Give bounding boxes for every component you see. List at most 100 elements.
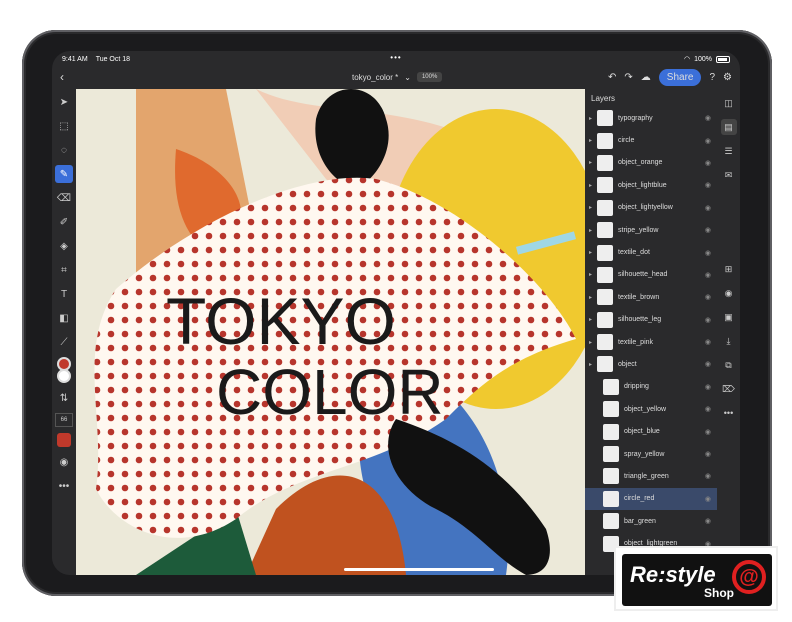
- duplicate-icon[interactable]: ⧉: [721, 357, 737, 373]
- artwork-canvas[interactable]: TOKYO COLOR: [76, 89, 585, 575]
- brush-tip-icon[interactable]: ◉: [55, 453, 73, 471]
- layer-row[interactable]: ▸ typography ◉: [585, 107, 717, 129]
- layer-row[interactable]: dripping ◉: [585, 376, 717, 398]
- home-indicator[interactable]: [344, 568, 494, 571]
- help-icon[interactable]: ?: [709, 72, 715, 83]
- layer-properties-icon[interactable]: ▤: [720, 119, 737, 135]
- layer-row[interactable]: ▸ textile_brown ◉: [585, 286, 717, 308]
- eye-icon[interactable]: ◉: [705, 383, 711, 391]
- eye-icon[interactable]: ◉: [705, 181, 711, 189]
- eye-icon[interactable]: ◉: [705, 159, 711, 167]
- layer-thumbnail: [597, 266, 613, 283]
- eyedropper-icon[interactable]: ⟋: [55, 333, 73, 351]
- layer-row[interactable]: spray_yellow ◉: [585, 443, 717, 465]
- layer-row[interactable]: ▸ silhouette_head ◉: [585, 264, 717, 286]
- document-title[interactable]: tokyo_color *: [352, 73, 398, 82]
- merge-icon[interactable]: ⤓: [721, 333, 737, 349]
- layer-row[interactable]: triangle_green ◉: [585, 465, 717, 487]
- layer-row[interactable]: ▸ object ◉: [585, 353, 717, 375]
- crop-icon[interactable]: ⌗: [55, 261, 73, 279]
- transform-icon[interactable]: ⬚: [55, 117, 73, 135]
- layer-row[interactable]: ▸ object_lightblue ◉: [585, 174, 717, 196]
- settings-gear-icon[interactable]: ⚙: [723, 72, 732, 83]
- layer-row[interactable]: object_yellow ◉: [585, 398, 717, 420]
- undo-icon[interactable]: ↶: [608, 72, 616, 83]
- layer-thumbnail: [603, 401, 619, 418]
- expand-chevron-icon[interactable]: ▸: [589, 115, 597, 122]
- brush-size-field[interactable]: 66: [55, 413, 73, 427]
- expand-chevron-icon[interactable]: ▸: [589, 339, 597, 346]
- layer-row[interactable]: ▸ object_orange ◉: [585, 152, 717, 174]
- expand-chevron-icon[interactable]: ▸: [589, 361, 597, 368]
- comments-icon[interactable]: ✉: [721, 167, 737, 183]
- expand-chevron-icon[interactable]: ▸: [589, 204, 597, 211]
- layer-row[interactable]: ▸ stripe_yellow ◉: [585, 219, 717, 241]
- eye-icon[interactable]: ◉: [705, 204, 711, 212]
- layer-row[interactable]: circle_red ◉: [585, 487, 717, 511]
- expand-chevron-icon[interactable]: ▸: [589, 182, 597, 189]
- eye-icon[interactable]: ◉: [705, 495, 711, 503]
- eye-icon[interactable]: ◉: [705, 293, 711, 301]
- eye-icon[interactable]: ◉: [705, 226, 711, 234]
- layer-row[interactable]: object_blue ◉: [585, 420, 717, 442]
- redo-icon[interactable]: ↷: [624, 72, 632, 83]
- mask-icon[interactable]: ▣: [721, 309, 737, 325]
- layer-thumbnail: [597, 311, 613, 328]
- eye-icon[interactable]: ◉: [705, 450, 711, 458]
- visibility-icon[interactable]: ◉: [721, 285, 737, 301]
- eye-icon[interactable]: ◉: [705, 405, 711, 413]
- layer-row[interactable]: ▸ textile_dot ◉: [585, 241, 717, 263]
- select-arrow-icon[interactable]: ➤: [55, 93, 73, 111]
- expand-chevron-icon[interactable]: ▸: [589, 316, 597, 323]
- layer-row[interactable]: ▸ circle ◉: [585, 129, 717, 151]
- adjustments-icon[interactable]: ☰: [721, 143, 737, 159]
- layer-row[interactable]: ▸ silhouette_leg ◉: [585, 309, 717, 331]
- eye-icon[interactable]: ◉: [705, 249, 711, 257]
- brush-color-preview[interactable]: [57, 433, 71, 447]
- layer-thumbnail: [603, 378, 619, 395]
- layer-name: typography: [618, 114, 653, 122]
- expand-chevron-icon[interactable]: ▸: [589, 227, 597, 234]
- layer-thumbnail: [597, 244, 613, 261]
- zoom-level[interactable]: 100%: [416, 72, 443, 82]
- expand-chevron-icon[interactable]: ▸: [589, 159, 597, 166]
- text-icon[interactable]: T: [55, 285, 73, 303]
- share-button[interactable]: Share: [658, 69, 702, 86]
- back-chevron-icon[interactable]: ‹: [60, 70, 64, 84]
- cloud-icon[interactable]: ☁: [641, 72, 651, 83]
- expand-chevron-icon[interactable]: ▸: [589, 294, 597, 301]
- multitask-dots-icon[interactable]: •••: [390, 53, 401, 62]
- shape-icon[interactable]: ◧: [55, 309, 73, 327]
- eye-icon[interactable]: ◉: [705, 472, 711, 480]
- expand-chevron-icon[interactable]: ▸: [589, 137, 597, 144]
- layer-name: triangle_green: [624, 472, 669, 480]
- lasso-icon[interactable]: ◌: [55, 141, 73, 159]
- smudge-icon[interactable]: ✐: [55, 213, 73, 231]
- more-options-icon[interactable]: •••: [721, 405, 737, 421]
- layer-row[interactable]: bar_green ◉: [585, 510, 717, 532]
- eye-icon[interactable]: ◉: [705, 517, 711, 525]
- brush-icon[interactable]: ✎: [55, 165, 73, 183]
- eye-icon[interactable]: ◉: [705, 360, 711, 368]
- eye-icon[interactable]: ◉: [705, 114, 711, 122]
- eraser-icon[interactable]: ⌫: [55, 189, 73, 207]
- add-layer-icon[interactable]: ⊞: [721, 261, 737, 277]
- layer-name: textile_dot: [618, 249, 650, 257]
- more-icon[interactable]: •••: [55, 477, 73, 495]
- eye-icon[interactable]: ◉: [705, 316, 711, 324]
- eye-icon[interactable]: ◉: [705, 338, 711, 346]
- layers-stack-icon[interactable]: ◫: [721, 95, 737, 111]
- delete-icon[interactable]: ⌦: [721, 381, 737, 397]
- eye-icon[interactable]: ◉: [705, 428, 711, 436]
- eye-icon[interactable]: ◉: [705, 137, 711, 145]
- fill-icon[interactable]: ◈: [55, 237, 73, 255]
- eye-icon[interactable]: ◉: [705, 271, 711, 279]
- layer-row[interactable]: ▸ textile_pink ◉: [585, 331, 717, 353]
- expand-chevron-icon[interactable]: ▸: [589, 249, 597, 256]
- right-toolbar: ◫ ▤ ☰ ✉ ⊞ ◉ ▣ ⤓ ⧉ ⌦ •••: [717, 89, 740, 575]
- expand-chevron-icon[interactable]: ▸: [589, 271, 597, 278]
- secondary-color-swatch[interactable]: [57, 369, 71, 383]
- chevron-down-icon[interactable]: ⌄: [404, 73, 411, 82]
- layer-row[interactable]: ▸ object_lightyellow ◉: [585, 197, 717, 219]
- swap-colors-icon[interactable]: ⇅: [55, 389, 73, 407]
